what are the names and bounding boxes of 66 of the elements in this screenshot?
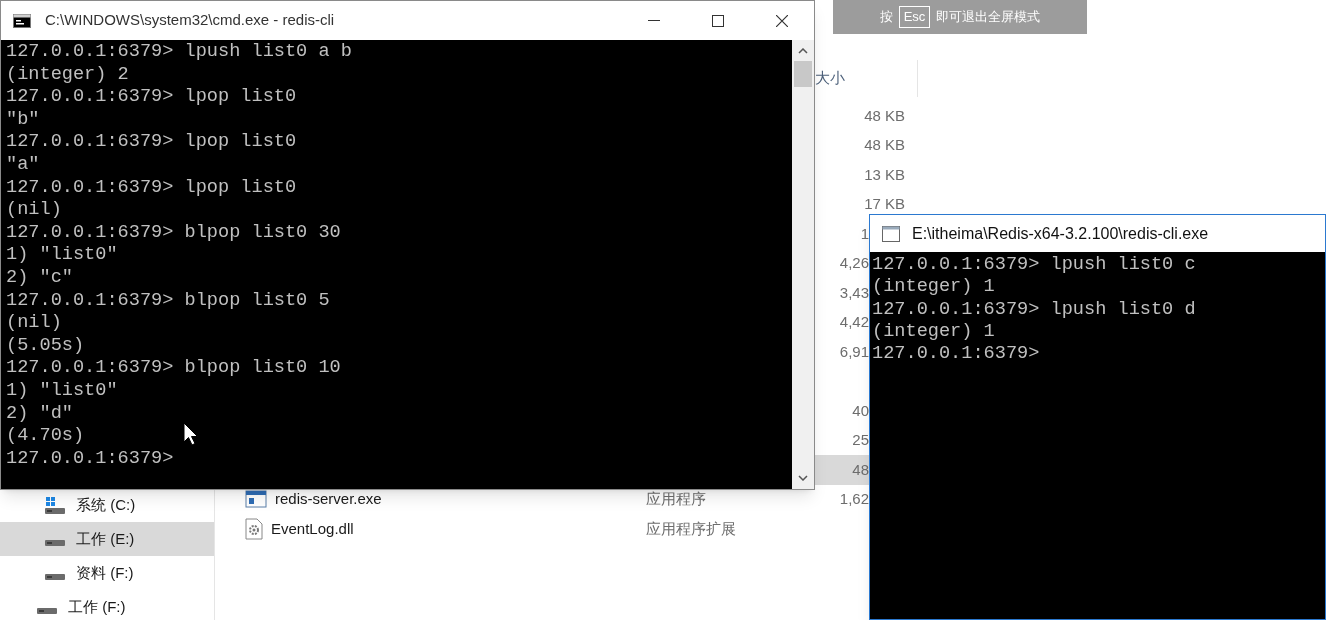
mouse-pointer-icon bbox=[183, 422, 199, 447]
file-size: 1 bbox=[860, 223, 869, 244]
file-size: 6,91 bbox=[839, 341, 869, 362]
sidebar-item[interactable]: 系统 (C:) bbox=[0, 488, 214, 522]
drive-icon bbox=[37, 608, 57, 614]
console-line: 127.0.0.1:6379> lpop list0 bbox=[6, 176, 297, 200]
file-size: 48 bbox=[852, 459, 869, 480]
console-line: (nil) bbox=[6, 199, 62, 222]
console-line: (5.05s) bbox=[6, 334, 85, 358]
scroll-thumb[interactable] bbox=[794, 61, 812, 87]
column-header[interactable]: 大小 bbox=[815, 67, 917, 90]
console-line: 127.0.0.1:6379> lpop list0 bbox=[6, 131, 297, 154]
console-line: "a" bbox=[6, 153, 40, 177]
file-size: 1,62 bbox=[839, 489, 869, 509]
scroll-down-icon bbox=[798, 475, 808, 481]
console-line: (integer) 1 bbox=[872, 320, 995, 344]
file-size: 4,42 bbox=[839, 312, 869, 332]
hint-text: 即可退出全屏模式 bbox=[936, 8, 1041, 27]
file-size: 3,43 bbox=[839, 282, 869, 303]
file-type: 应用程序扩展 bbox=[646, 519, 736, 537]
terminal-icon bbox=[13, 13, 31, 28]
console-line: 2) "d" bbox=[6, 402, 73, 426]
file-size: 40 bbox=[852, 400, 869, 421]
console-line: 127.0.0.1:6379> bbox=[6, 447, 174, 471]
sidebar-item[interactable]: 资料 (F:) bbox=[0, 556, 214, 590]
key-label: Esc bbox=[898, 6, 931, 28]
drive-icon bbox=[45, 540, 65, 546]
console-line: 1) "list0" bbox=[6, 244, 118, 267]
window-title: E:\itheima\Redis-x64-3.2.100\redis-cli.exe bbox=[912, 223, 1209, 244]
scroll-up-icon bbox=[798, 48, 808, 54]
system-drive-icon bbox=[45, 496, 65, 514]
gear-document-icon bbox=[245, 517, 263, 540]
console-line: 2) "c" bbox=[6, 266, 73, 290]
maximize-icon bbox=[712, 14, 724, 27]
console-line: 127.0.0.1:6379> lpush list0 c bbox=[872, 254, 1196, 277]
file-name: EventLog.dll bbox=[271, 518, 354, 539]
file-name: redis-server.exe bbox=[275, 489, 382, 509]
window-icon bbox=[882, 225, 900, 242]
console-line: 127.0.0.1:6379> blpop list0 5 bbox=[6, 289, 330, 313]
file-size: 25 bbox=[852, 430, 869, 450]
file-size: 4,26 bbox=[839, 253, 869, 273]
console-line: 127.0.0.1:6379> lpush list0 a b bbox=[6, 41, 352, 64]
file-size: 48 KB bbox=[864, 135, 905, 155]
hint-text: 按 bbox=[879, 8, 893, 27]
close-icon bbox=[776, 14, 788, 27]
console-line: (integer) 2 bbox=[6, 63, 129, 87]
file-size: 13 KB bbox=[864, 164, 905, 185]
console-line: 1) "list0" bbox=[6, 379, 118, 403]
window-title: C:\WINDOWS\system32\cmd.exe - redis-cli bbox=[45, 10, 335, 31]
console-line: 127.0.0.1:6379> lpop list0 bbox=[6, 86, 297, 109]
console-line: 127.0.0.1:6379> bbox=[872, 343, 1040, 366]
file-size: 48 KB bbox=[864, 105, 905, 126]
minimize-icon bbox=[648, 19, 660, 22]
console-line: (nil) bbox=[6, 312, 62, 335]
sidebar-item[interactable]: 工作 (E:) bbox=[0, 522, 214, 556]
console-line: (integer) 1 bbox=[872, 276, 995, 299]
scrollbar[interactable] bbox=[792, 40, 814, 489]
sidebar-item[interactable]: 工作 (F:) bbox=[0, 590, 214, 620]
file-size: 17 KB bbox=[864, 194, 905, 214]
console-line: 127.0.0.1:6379> blpop list0 10 bbox=[6, 357, 341, 380]
drive-icon bbox=[45, 574, 65, 580]
console-line: 127.0.0.1:6379> lpush list0 d bbox=[872, 298, 1196, 321]
console-line: "b" bbox=[6, 108, 40, 132]
console-line: (4.70s) bbox=[6, 425, 85, 448]
file-type: 应用程序 bbox=[646, 490, 706, 507]
console-line: 127.0.0.1:6379> blpop list0 30 bbox=[6, 221, 341, 245]
